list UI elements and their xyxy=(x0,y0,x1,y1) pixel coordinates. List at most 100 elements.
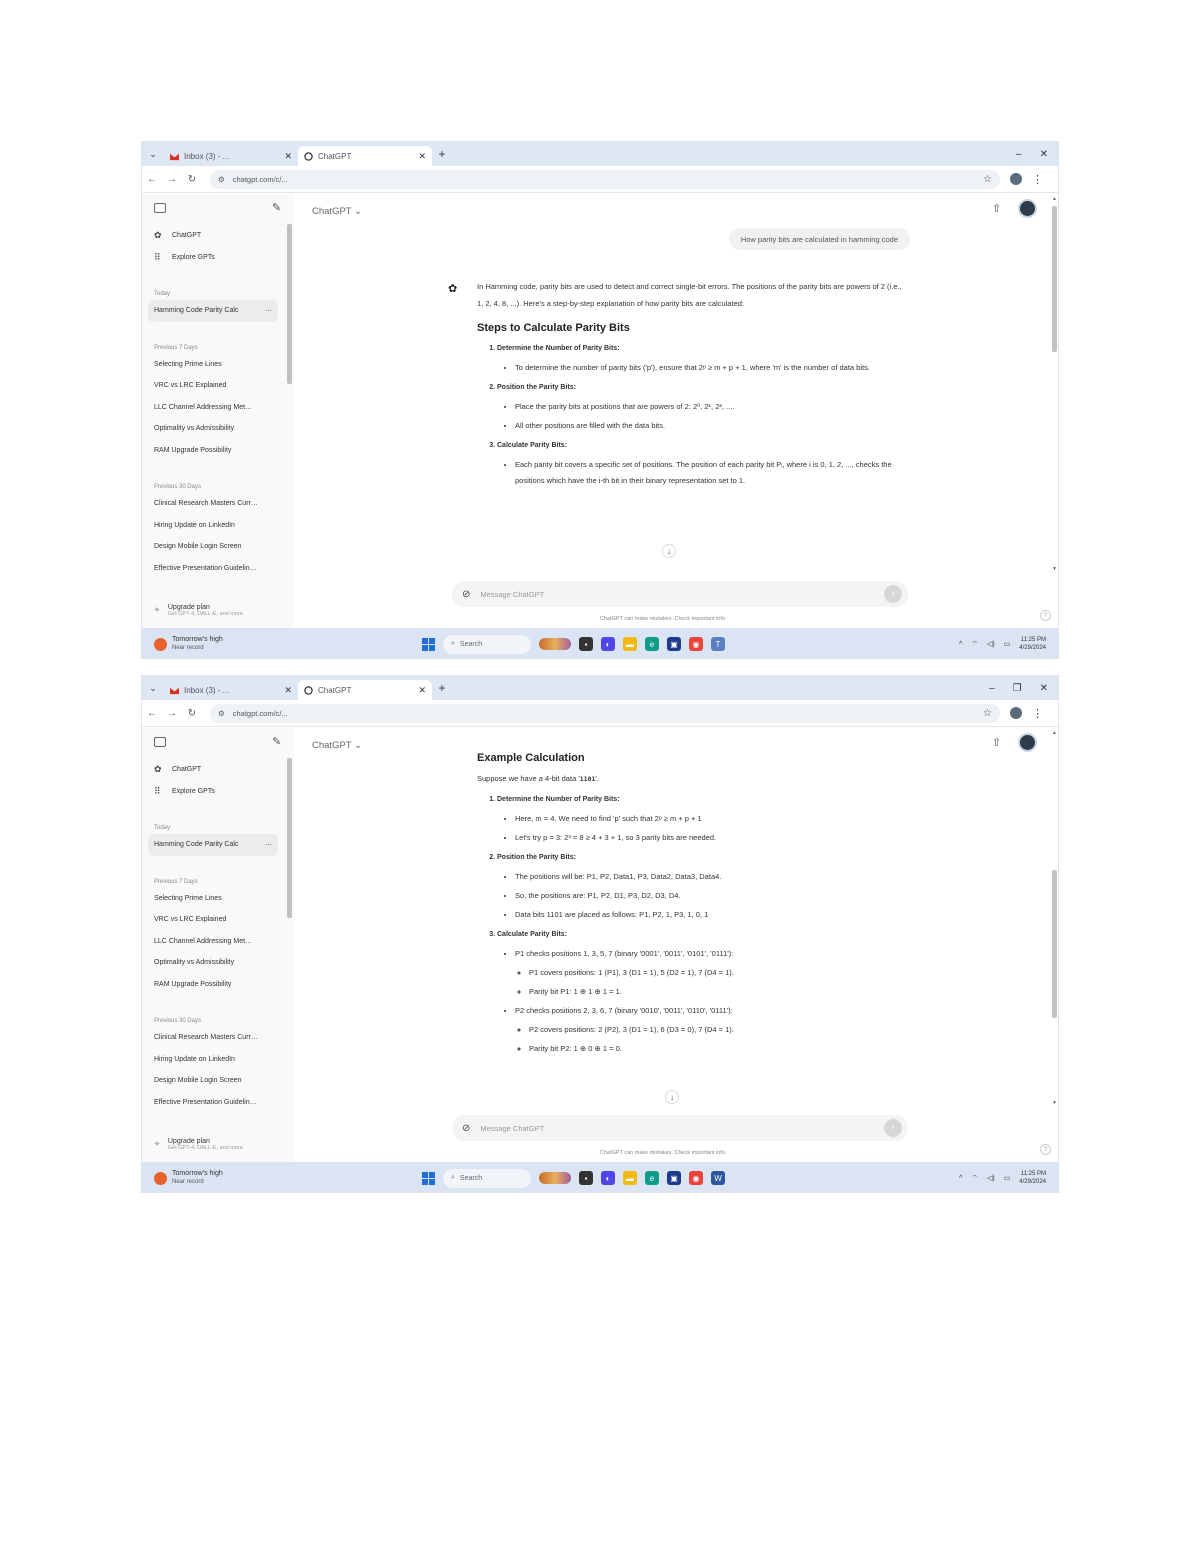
restore-icon[interactable]: ❐ xyxy=(1013,683,1022,694)
more-options-icon[interactable]: ⋯ xyxy=(265,307,278,315)
new-chat-icon[interactable]: ✎ xyxy=(272,201,281,214)
share-icon[interactable]: ⇧ xyxy=(992,736,1001,749)
new-tab-button[interactable]: + xyxy=(432,142,452,166)
close-tab-icon[interactable]: ✕ xyxy=(284,685,292,696)
conversation-item[interactable]: RAM Upgrade Possibility xyxy=(142,440,282,462)
sidebar-scrollbar[interactable] xyxy=(286,728,292,1162)
file-explorer-icon[interactable]: ▬ xyxy=(623,637,637,651)
conversation-item[interactable]: Selecting Prime Lines xyxy=(142,888,282,910)
task-view-icon[interactable]: ▪ xyxy=(579,1171,593,1185)
main-scrollbar[interactable]: ▲ ▼ xyxy=(1051,194,1058,574)
help-icon[interactable]: ? xyxy=(1040,1144,1051,1155)
conversation-item[interactable]: Clinical Research Masters Curr… xyxy=(142,493,282,515)
file-explorer-icon[interactable]: ▬ xyxy=(623,1171,637,1185)
tab-gmail[interactable]: Inbox (3) - ... ✕ xyxy=(164,680,298,700)
sidebar-item-explore[interactable]: ⠿ Explore GPTs xyxy=(142,246,294,268)
edge-icon[interactable]: e xyxy=(645,637,659,651)
toggle-sidebar-icon[interactable] xyxy=(154,737,166,747)
upgrade-plan-button[interactable]: ✧ Upgrade plan Get GPT-4, DALL·E, and mo… xyxy=(142,592,292,628)
conversation-item[interactable]: Hamming Code Parity Calc ⋯ xyxy=(148,834,278,856)
attach-icon[interactable]: ⊘ xyxy=(462,589,470,600)
search-highlight-icon[interactable] xyxy=(539,1172,571,1184)
bookmark-star-icon[interactable]: ☆ xyxy=(983,174,992,185)
volume-icon[interactable]: ◁) xyxy=(987,1174,995,1182)
help-icon[interactable]: ? xyxy=(1040,610,1051,621)
conversation-item[interactable]: Hiring Update on LinkedIn xyxy=(142,515,282,537)
profile-avatar-icon[interactable] xyxy=(1010,707,1022,719)
back-icon[interactable]: ← xyxy=(142,174,162,185)
model-selector[interactable]: ChatGPT ⌄ xyxy=(312,206,362,217)
store-icon[interactable]: ▣ xyxy=(667,1171,681,1185)
model-selector[interactable]: ChatGPT ⌄ xyxy=(312,740,362,751)
share-icon[interactable]: ⇧ xyxy=(992,202,1001,215)
conversation-item[interactable]: RAM Upgrade Possibility xyxy=(142,974,282,996)
conversation-item[interactable]: VRC vs LRC Explained xyxy=(142,909,282,931)
send-button[interactable]: ↑ xyxy=(884,1119,902,1137)
message-composer[interactable]: ⊘ Message ChatGPT ↑ xyxy=(452,1115,908,1141)
conversation-item[interactable]: LLC Channel Addressing Met… xyxy=(142,931,282,953)
battery-icon[interactable]: ▭ xyxy=(1004,640,1011,648)
store-icon[interactable]: ▣ xyxy=(667,637,681,651)
conversation-item[interactable]: VRC vs LRC Explained xyxy=(142,375,282,397)
conversation-item[interactable]: Effective Presentation Guidelin… xyxy=(142,1092,282,1114)
conversation-item[interactable]: Hamming Code Parity Calc ⋯ xyxy=(148,300,278,322)
attach-icon[interactable]: ⊘ xyxy=(462,1123,470,1134)
battery-icon[interactable]: ▭ xyxy=(1004,1174,1011,1182)
main-scrollbar[interactable]: ▲ ▼ xyxy=(1051,728,1058,1108)
forward-icon[interactable]: → xyxy=(162,174,182,185)
sidebar-item-explore[interactable]: ⠿ Explore GPTs xyxy=(142,780,294,802)
reload-icon[interactable]: ↻ xyxy=(182,174,202,185)
reload-icon[interactable]: ↻ xyxy=(182,708,202,719)
conversation-item[interactable]: LLC Channel Addressing Met… xyxy=(142,397,282,419)
site-info-icon[interactable]: ⚙ xyxy=(218,709,225,718)
clock[interactable]: 11:25 PM 4/29/2024 xyxy=(1019,1170,1046,1186)
browser-menu-icon[interactable]: ⋮ xyxy=(1032,707,1043,720)
close-tab-icon[interactable]: ✕ xyxy=(418,685,426,696)
close-tab-icon[interactable]: ✕ xyxy=(284,151,292,162)
search-highlight-icon[interactable] xyxy=(539,638,571,650)
close-tab-icon[interactable]: ✕ xyxy=(418,151,426,162)
upgrade-plan-button[interactable]: ✧ Upgrade plan Get GPT-4, DALL·E, and mo… xyxy=(142,1126,292,1162)
conversation-item[interactable]: Optimality vs Admissibility xyxy=(142,418,282,440)
clock[interactable]: 11:25 PM 4/29/2024 xyxy=(1019,636,1046,652)
taskbar-search[interactable]: ⌕ Search xyxy=(443,634,531,654)
conversation-item[interactable]: Selecting Prime Lines xyxy=(142,354,282,376)
conversation-item[interactable]: Clinical Research Masters Curr… xyxy=(142,1027,282,1049)
minimize-icon[interactable]: – xyxy=(989,683,995,694)
weather-widget[interactable]: Tomorrow's high Near record xyxy=(142,636,422,652)
conversation-item[interactable]: Optimality vs Admissibility xyxy=(142,952,282,974)
tab-gmail[interactable]: Inbox (3) - ... ✕ xyxy=(164,146,298,166)
sidebar-item-chatgpt[interactable]: ✿ ChatGPT xyxy=(142,224,294,246)
tab-chatgpt[interactable]: ChatGPT ✕ xyxy=(298,146,432,166)
conversation-item[interactable]: Design Mobile Login Screen xyxy=(142,1070,282,1092)
chrome-icon[interactable]: ◉ xyxy=(689,1171,703,1185)
close-window-icon[interactable]: ✕ xyxy=(1040,149,1048,160)
chevron-up-icon[interactable]: ^ xyxy=(959,1175,962,1182)
bookmark-star-icon[interactable]: ☆ xyxy=(983,708,992,719)
network-icon[interactable]: ⌔ xyxy=(971,1174,978,1183)
scroll-down-button[interactable]: ↓ xyxy=(665,1090,679,1104)
tab-search-icon[interactable]: ⌄ xyxy=(142,676,164,700)
address-bar[interactable]: ⚙ chatgpt.com/c/... ☆ xyxy=(210,703,1000,723)
new-chat-icon[interactable]: ✎ xyxy=(272,735,281,748)
sidebar-item-chatgpt[interactable]: ✿ ChatGPT xyxy=(142,758,294,780)
conversation-item[interactable]: Design Mobile Login Screen xyxy=(142,536,282,558)
close-window-icon[interactable]: ✕ xyxy=(1040,683,1048,694)
profile-avatar-icon[interactable] xyxy=(1010,173,1022,185)
minimize-icon[interactable]: – xyxy=(1016,149,1022,160)
avatar[interactable] xyxy=(1018,199,1037,218)
start-button[interactable] xyxy=(422,1171,435,1185)
copilot-icon[interactable]: ◐ xyxy=(601,1171,615,1185)
tab-chatgpt[interactable]: ChatGPT ✕ xyxy=(298,680,432,700)
start-button[interactable] xyxy=(422,637,435,651)
send-button[interactable]: ↑ xyxy=(884,585,902,603)
site-info-icon[interactable]: ⚙ xyxy=(218,175,225,184)
conversation-item[interactable]: Hiring Update on LinkedIn xyxy=(142,1049,282,1071)
task-view-icon[interactable]: ▪ xyxy=(579,637,593,651)
forward-icon[interactable]: → xyxy=(162,708,182,719)
edge-icon[interactable]: e xyxy=(645,1171,659,1185)
tab-search-icon[interactable]: ⌄ xyxy=(142,142,164,166)
address-bar[interactable]: ⚙ chatgpt.com/c/... ☆ xyxy=(210,169,1000,189)
new-tab-button[interactable]: + xyxy=(432,676,452,700)
copilot-icon[interactable]: ◐ xyxy=(601,637,615,651)
